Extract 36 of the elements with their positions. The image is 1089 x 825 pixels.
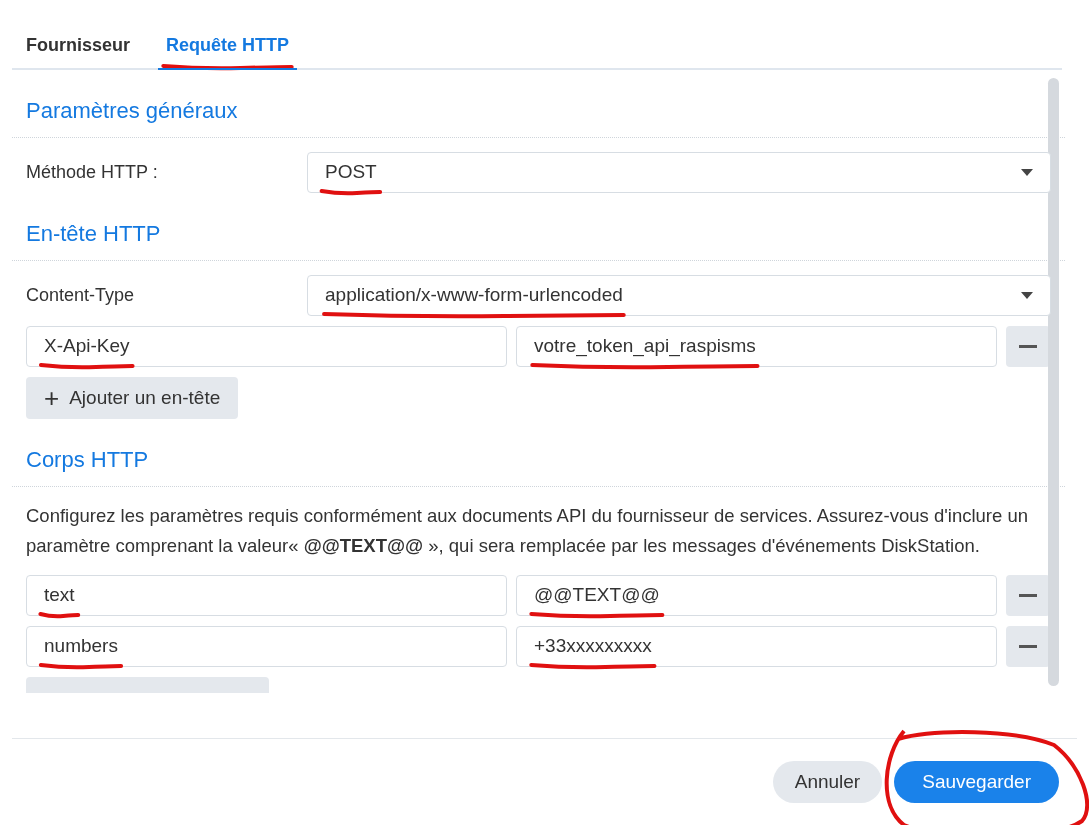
minus-icon	[1019, 645, 1037, 648]
tab[interactable]: Fournisseur	[26, 32, 131, 68]
section-title: Paramètres généraux	[26, 97, 239, 125]
field-value: votre_token_api_raspisms	[534, 335, 756, 357]
cancel-button[interactable]: Annuler	[772, 761, 883, 803]
field-value: numbers	[44, 635, 118, 657]
scrollbar[interactable]	[1048, 78, 1059, 686]
field-label: Content-Type	[26, 284, 136, 307]
field-value: @@TEXT@@	[534, 584, 660, 606]
select-value: application/x-www-form-urlencoded	[325, 284, 623, 306]
section-title: Corps HTTP	[26, 446, 150, 474]
remove-button[interactable]	[1006, 626, 1050, 667]
add-header-button[interactable]: + Ajouter un en-tête	[26, 377, 239, 419]
minus-icon	[1019, 345, 1037, 348]
field-value: X-Api-Key	[44, 335, 130, 357]
input-field[interactable]: X-Api-Key	[26, 326, 507, 367]
input-field[interactable]: numbers	[26, 626, 507, 667]
input-field[interactable]: text	[26, 575, 507, 616]
input-field[interactable]: +33xxxxxxxxx	[516, 626, 997, 667]
select-value: POST	[325, 161, 377, 183]
save-button[interactable]: Sauvegarder	[894, 761, 1059, 803]
select-field[interactable]: POST	[307, 152, 1051, 193]
minus-icon	[1019, 594, 1037, 597]
plus-icon: +	[44, 385, 60, 411]
remove-button[interactable]	[1006, 575, 1050, 616]
field-label: Méthode HTTP :	[26, 161, 159, 184]
input-field[interactable]: votre_token_api_raspisms	[516, 326, 997, 367]
remove-button[interactable]	[1006, 326, 1050, 367]
caret-icon	[1021, 169, 1033, 176]
field-value: text	[44, 584, 75, 606]
input-field[interactable]: @@TEXT@@	[516, 575, 997, 616]
field-value: +33xxxxxxxxx	[534, 635, 652, 657]
select-field[interactable]: application/x-www-form-urlencoded	[307, 275, 1051, 316]
caret-icon	[1021, 292, 1033, 299]
section-title: En-tête HTTP	[26, 220, 162, 248]
description-text: Configurez les paramètres requis conformément aux documents API du fournisseur de services. Assurez-vous d'inclure un paramètre comprenant la valeur« @@TEXT@@ », qui sera remplacée par les messages d'événements DiskStation.	[26, 504, 1029, 558]
